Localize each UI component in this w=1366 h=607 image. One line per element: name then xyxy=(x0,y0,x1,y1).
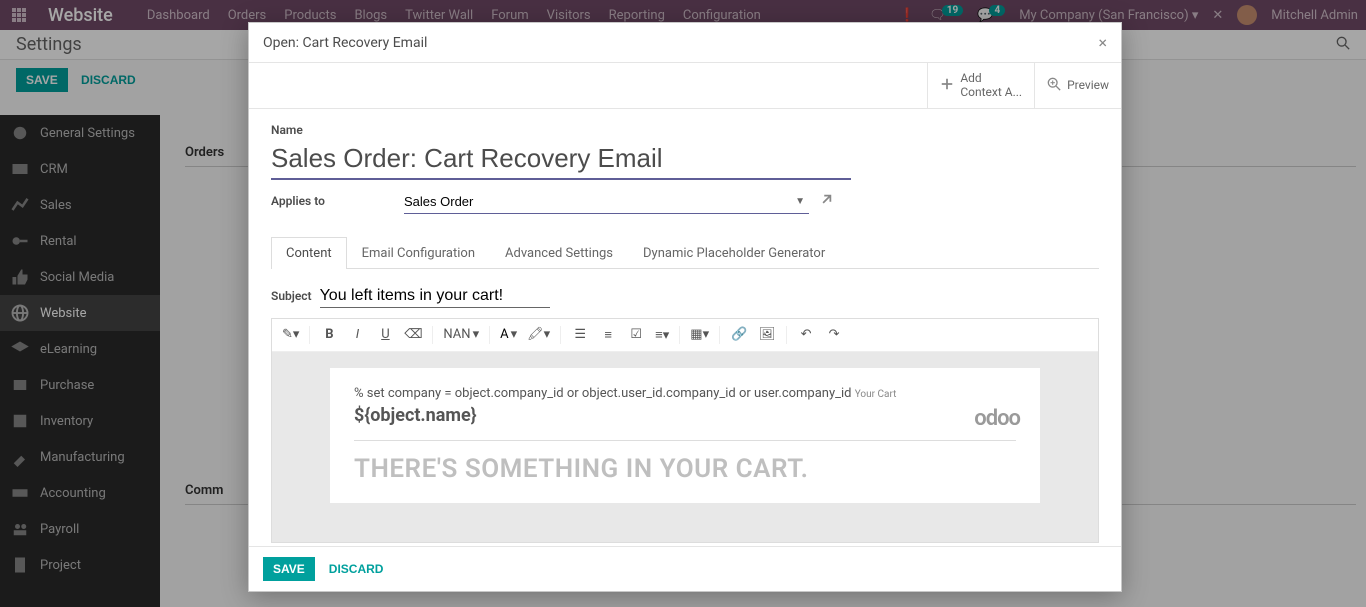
magnify-plus-icon xyxy=(1047,77,1061,94)
tab-email-configuration[interactable]: Email Configuration xyxy=(347,237,490,269)
name-label: Name xyxy=(271,123,1099,137)
rte-image-icon[interactable]: 🖼 xyxy=(754,323,780,347)
action-label: Preview xyxy=(1067,78,1109,92)
rte-toolbar: ✎▾ B I U ⌫ NAN ▾ A▾ 🖍▾ ☰ ≡ ☑ ≡▾ xyxy=(272,319,1098,352)
email-object-name: ${object.name} xyxy=(354,405,1016,426)
odoo-logo: odoo xyxy=(974,406,1020,431)
rte-eraser-icon[interactable]: ⌫ xyxy=(400,323,426,347)
add-context-action-button[interactable]: AddContext A... xyxy=(927,63,1034,108)
chevron-down-icon[interactable]: ▼ xyxy=(795,196,805,207)
subject-input[interactable] xyxy=(320,285,550,308)
rte-ol-icon[interactable]: ≡ xyxy=(595,323,621,347)
rte-body[interactable]: odoo % set company = object.company_id o… xyxy=(272,352,1098,542)
rte-checklist-icon[interactable]: ☑ xyxy=(623,323,649,347)
tab-dynamic-placeholder[interactable]: Dynamic Placeholder Generator xyxy=(628,237,840,269)
rte-align-icon[interactable]: ≡▾ xyxy=(651,323,673,347)
rte-redo-icon[interactable]: ↷ xyxy=(821,323,847,347)
modal-form: Name Applies to ▼ Content Email Configur… xyxy=(249,109,1121,546)
subject-label: Subject xyxy=(271,289,312,303)
applies-to-select[interactable]: ▼ xyxy=(404,190,809,214)
email-divider xyxy=(354,440,1016,441)
rte-edit-icon[interactable]: ✎▾ xyxy=(278,323,303,347)
rte-italic-icon[interactable]: I xyxy=(344,323,370,347)
rte-table-icon[interactable]: ▦▾ xyxy=(686,323,713,347)
rte-ul-icon[interactable]: ☰ xyxy=(567,323,593,347)
modal-discard-button[interactable]: DISCARD xyxy=(319,557,394,581)
name-input[interactable] xyxy=(271,139,851,180)
plus-icon xyxy=(940,77,954,94)
modal-body: AddContext A... Preview Name Applies to … xyxy=(249,63,1121,546)
tab-advanced-settings[interactable]: Advanced Settings xyxy=(490,237,628,269)
email-preview-card: odoo % set company = object.company_id o… xyxy=(330,368,1040,503)
applies-to-input[interactable] xyxy=(404,190,791,213)
rte-undo-icon[interactable]: ↶ xyxy=(793,323,819,347)
tab-content[interactable]: Content xyxy=(271,237,347,269)
rich-text-editor: ✎▾ B I U ⌫ NAN ▾ A▾ 🖍▾ ☰ ≡ ☑ ≡▾ xyxy=(271,318,1099,543)
rte-font-select[interactable]: NAN ▾ xyxy=(439,323,483,347)
modal-actions-row: AddContext A... Preview xyxy=(249,63,1121,109)
rte-underline-icon[interactable]: U xyxy=(372,323,398,347)
email-headline: THERE'S SOMETHING IN YOUR CART. xyxy=(354,455,1016,485)
rte-font-color-icon[interactable]: A▾ xyxy=(496,323,521,347)
applies-to-label: Applies to xyxy=(271,194,404,208)
modal-tabs: Content Email Configuration Advanced Set… xyxy=(271,236,1099,269)
modal-header: Open: Cart Recovery Email × xyxy=(249,23,1121,63)
modal-save-button[interactable]: SAVE xyxy=(263,557,315,581)
rte-bold-icon[interactable]: B xyxy=(316,323,342,347)
modal-footer: SAVE DISCARD xyxy=(249,546,1121,591)
rte-link-icon[interactable]: 🔗 xyxy=(726,323,752,347)
external-link-icon[interactable] xyxy=(819,193,833,211)
modal-title: Open: Cart Recovery Email xyxy=(263,35,427,51)
close-icon[interactable]: × xyxy=(1098,33,1107,52)
action-label: AddContext A... xyxy=(960,71,1022,100)
subject-row: Subject xyxy=(271,285,1099,308)
email-line1: % set company = object.company_id or obj… xyxy=(354,386,1016,401)
rte-highlight-icon[interactable]: 🖍▾ xyxy=(523,323,554,347)
cart-recovery-modal: Open: Cart Recovery Email × AddContext A… xyxy=(248,22,1122,592)
preview-button[interactable]: Preview xyxy=(1034,63,1121,108)
